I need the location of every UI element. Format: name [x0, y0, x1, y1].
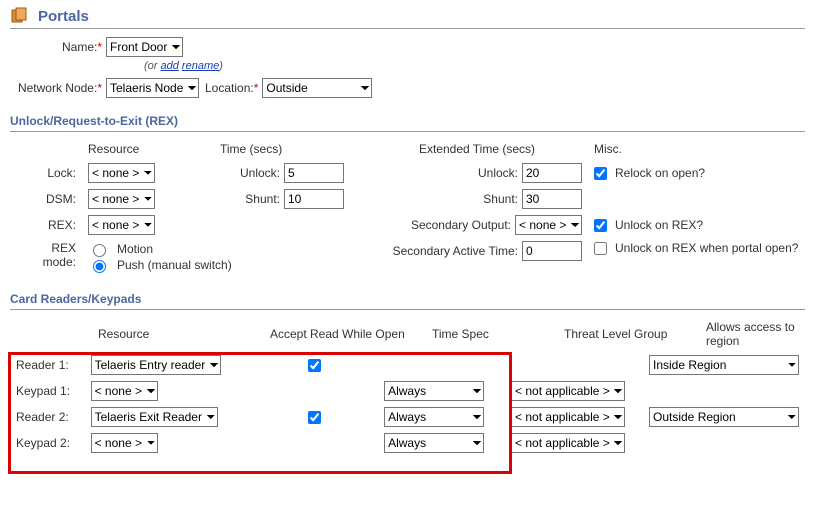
reader-resource-select[interactable]: < none >: [91, 381, 158, 401]
shunt-input[interactable]: [284, 189, 344, 209]
xshunt-input[interactable]: [522, 189, 582, 209]
name-label: Name:*: [10, 40, 106, 54]
rename-link[interactable]: rename: [182, 60, 219, 72]
secondary-output-label: Secondary Output:: [411, 218, 511, 232]
shunt-label: Shunt:: [220, 192, 280, 206]
secondary-output-select[interactable]: < none >: [515, 215, 582, 235]
page-title: Portals: [38, 8, 89, 25]
rex-mode-label: REX mode:: [10, 238, 82, 276]
name-hint: (or add rename): [144, 60, 805, 72]
reader-row-label: Reader 2:: [10, 404, 85, 430]
xunlock-input[interactable]: [522, 163, 582, 183]
reader-row-label: Keypad 1:: [10, 378, 85, 404]
readers-col-timespec: Time Spec: [426, 316, 558, 352]
secondary-active-label: Secondary Active Time:: [393, 244, 518, 258]
timespec-select[interactable]: Always: [384, 433, 484, 453]
xunlock-label: Unlock:: [478, 166, 518, 180]
network-node-label: Network Node:*: [10, 81, 106, 95]
col-time: Time (secs): [214, 138, 366, 160]
relock-checkbox[interactable]: [594, 167, 607, 180]
lock-label: Lock:: [10, 160, 82, 186]
rex-label: REX:: [10, 212, 82, 238]
unlock-input[interactable]: [284, 163, 344, 183]
readers-col-resource: Resource: [92, 316, 264, 352]
reader-row: Reader 2: Telaeris Exit Reader Always < not…: [10, 404, 805, 430]
col-resource: Resource: [82, 138, 214, 160]
unlock-on-rex-open-checkbox[interactable]: [594, 242, 607, 255]
readers-col-accept: Accept Read While Open: [264, 316, 426, 352]
rex-mode-push-label: Push (manual switch): [117, 258, 232, 272]
reader-row-label: Reader 1:: [10, 352, 85, 378]
unlock-label: Unlock:: [220, 166, 280, 180]
threat-select[interactable]: < not applicable >: [511, 381, 625, 401]
reader-row: Keypad 2: < none > Always < not applicable …: [10, 430, 805, 456]
add-link[interactable]: add: [161, 60, 179, 72]
xshunt-label: Shunt:: [483, 192, 518, 206]
network-node-select[interactable]: Telaeris Node: [106, 78, 199, 98]
col-xtime: Extended Time (secs): [366, 138, 588, 160]
reader-resource-select[interactable]: Telaeris Exit Reader: [91, 407, 218, 427]
rex-mode-push-radio[interactable]: [93, 260, 106, 273]
page-header: Portals: [10, 0, 805, 29]
lock-select[interactable]: < none >: [88, 163, 155, 183]
readers-col-region: Allows access to region: [700, 316, 805, 352]
region-select[interactable]: Outside Region: [649, 407, 799, 427]
unlock-on-rex-open-label: Unlock on REX when portal open?: [615, 241, 798, 255]
rex-select[interactable]: < none >: [88, 215, 155, 235]
timespec-select[interactable]: Always: [384, 381, 484, 401]
readers-body-table: Reader 1: Telaeris Entry reader Inside Reg…: [10, 352, 805, 456]
region-select[interactable]: Inside Region: [649, 355, 799, 375]
accept-read-checkbox[interactable]: [308, 359, 321, 372]
reader-row: Reader 1: Telaeris Entry reader Inside Reg…: [10, 352, 805, 378]
dsm-label: DSM:: [10, 186, 82, 212]
readers-section-title: Card Readers/Keypads: [10, 292, 805, 310]
dsm-select[interactable]: < none >: [88, 189, 155, 209]
rex-table: Resource Time (secs) Extended Time (secs…: [10, 138, 805, 276]
relock-label: Relock on open?: [615, 166, 705, 180]
unlock-on-rex-checkbox[interactable]: [594, 219, 607, 232]
portals-icon: [10, 6, 30, 26]
timespec-select[interactable]: Always: [384, 407, 484, 427]
threat-select[interactable]: < not applicable >: [511, 433, 625, 453]
unlock-on-rex-label: Unlock on REX?: [615, 218, 703, 232]
readers-col-threat: Threat Level Group: [558, 316, 700, 352]
threat-select[interactable]: < not applicable >: [511, 407, 625, 427]
readers-header-table: Resource Accept Read While Open Time Spe…: [10, 316, 805, 352]
rex-mode-motion-label: Motion: [117, 242, 153, 256]
col-misc: Misc.: [588, 138, 805, 160]
location-select[interactable]: Outside: [262, 78, 372, 98]
rex-mode-motion-radio[interactable]: [93, 244, 106, 257]
accept-read-checkbox[interactable]: [308, 411, 321, 424]
secondary-active-input[interactable]: [522, 241, 582, 261]
reader-resource-select[interactable]: < none >: [91, 433, 158, 453]
reader-resource-select[interactable]: Telaeris Entry reader: [91, 355, 221, 375]
location-label: Location:*: [205, 81, 258, 95]
name-select[interactable]: Front Door: [106, 37, 183, 57]
reader-row: Keypad 1: < none > Always < not applicable …: [10, 378, 805, 404]
rex-section-title: Unlock/Request-to-Exit (REX): [10, 114, 805, 132]
reader-row-label: Keypad 2:: [10, 430, 85, 456]
